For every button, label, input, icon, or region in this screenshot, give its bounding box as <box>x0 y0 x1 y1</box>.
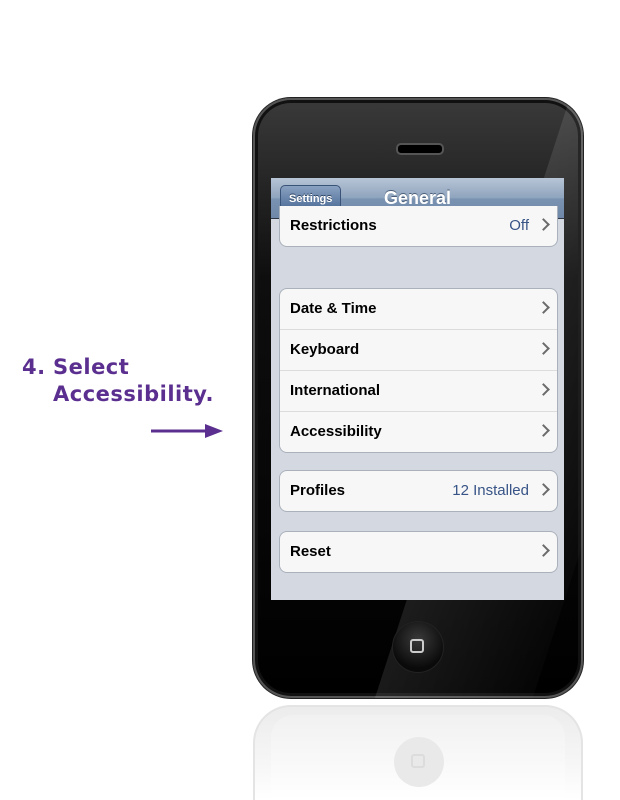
profiles-group: Profiles 12 Installed <box>279 470 558 512</box>
instruction-text: 4. Select Accessibility. <box>22 354 214 408</box>
list-item-reset[interactable]: Reset <box>280 532 557 572</box>
speaker-grille <box>396 143 444 155</box>
instruction-line2: Accessibility. <box>53 382 214 406</box>
restrictions-label: Restrictions <box>290 217 377 234</box>
profiles-label: Profiles <box>290 482 346 499</box>
reset-group: Reset <box>279 531 558 573</box>
phone-reflection <box>253 705 583 800</box>
list-item-profiles[interactable]: Profiles 12 Installed <box>280 471 557 511</box>
chevron-right-icon <box>537 342 550 355</box>
chevron-right-icon <box>537 383 550 396</box>
restrictions-group: Restrictions Off <box>279 206 558 247</box>
list-item-keyboard[interactable]: Keyboard <box>280 329 557 370</box>
list-item-restrictions[interactable]: Restrictions Off <box>280 206 557 246</box>
list-item-international[interactable]: International <box>280 370 557 411</box>
chevron-right-icon <box>537 483 550 496</box>
home-button[interactable] <box>392 621 444 673</box>
system-settings-group: Date & Time Keyboard International Acces… <box>279 288 558 453</box>
date-time-label: Date & Time <box>290 300 377 317</box>
reset-label: Reset <box>290 543 331 560</box>
chevron-right-icon <box>537 218 550 231</box>
home-square-icon <box>410 639 424 653</box>
instruction-line1: Select <box>53 355 130 379</box>
restrictions-value: Off <box>509 217 529 234</box>
international-label: International <box>290 382 381 399</box>
chevron-right-icon <box>537 301 550 314</box>
list-item-accessibility[interactable]: Accessibility <box>280 411 557 452</box>
chevron-right-icon <box>537 544 550 557</box>
accessibility-label: Accessibility <box>290 423 382 440</box>
arrow-right-icon <box>151 424 223 438</box>
keyboard-label: Keyboard <box>290 341 360 358</box>
reflection-home-button <box>394 737 444 787</box>
home-square-icon <box>411 754 425 768</box>
profiles-value: 12 Installed <box>452 482 529 499</box>
list-item-date-time[interactable]: Date & Time <box>280 289 557 329</box>
step-number: 4. <box>22 355 46 379</box>
chevron-right-icon <box>537 424 550 437</box>
phone-screen: Settings General Restrictions Off Date &… <box>271 178 564 600</box>
